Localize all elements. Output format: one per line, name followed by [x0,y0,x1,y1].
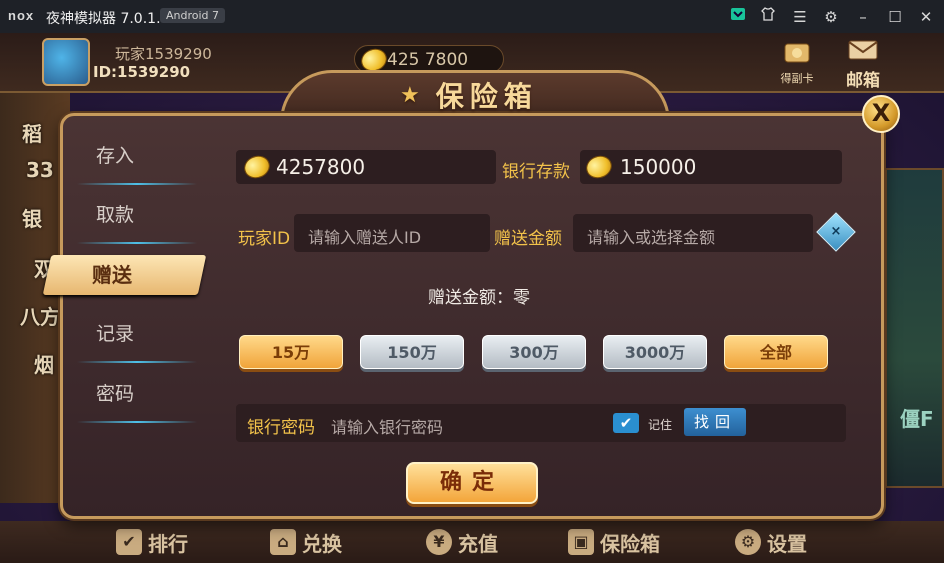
menu-item-records[interactable]: 记录 [65,309,197,363]
gift-amount-placeholder: 请输入或选择金额 [587,228,716,247]
check-icon: ✔ [116,529,142,555]
card-button[interactable]: 得副卡 [775,41,819,87]
bank-balance-value: 150000 [620,155,697,179]
star-icon: ★ [400,82,426,108]
avatar[interactable] [42,38,90,86]
mail-label: 邮箱 [846,71,880,91]
background-left-text: 稻 [22,122,42,146]
bottom-nav-ranking[interactable]: ✔ 排行 [116,527,188,557]
menu-item-password[interactable]: 密码 [65,369,197,423]
remember-label: 记住 [648,418,673,432]
player-name: 玩家1539290 [115,45,212,63]
bottom-nav-recharge[interactable]: ¥ 充值 [426,527,498,557]
emulator-titlebar: nox 夜神模拟器 7.0.1.0 Android 7 ☰ ⚙ – ☐ ✕ [0,0,944,33]
coin-balance-value: 4257800 [276,155,366,179]
maximize-icon[interactable]: ☐ [884,6,906,28]
dialog-title: ★ 保险箱 [400,77,538,113]
coin-balance-field: 4257800 [236,150,496,184]
bank-balance-field: 150000 [580,150,842,184]
menu-divider [77,242,197,244]
bottom-nav-label: 排行 [148,531,188,556]
menu-divider [77,361,197,363]
mail-button[interactable]: 邮箱 [838,39,888,91]
shop-icon: ⌂ [270,529,296,555]
menu-item-label: 记录 [96,323,135,345]
menu-divider [77,421,197,423]
amount-button-150k[interactable]: 15万 [239,335,343,369]
bottom-nav-exchange[interactable]: ⌂ 兑换 [270,527,342,557]
briefcase-icon: ▣ [568,529,594,555]
amount-button-all[interactable]: 全部 [724,335,828,369]
amount-button-1.5m[interactable]: 150万 [360,335,464,369]
top-coin-balance: 425 7800 [354,45,504,75]
bottom-nav-label: 兑换 [302,531,342,556]
menu-divider [77,183,197,185]
menu-item-deposit[interactable]: 存入 [65,131,197,185]
recipient-id-input[interactable]: 请输入赠送人ID [294,214,490,252]
menu-icon[interactable]: ☰ [789,6,811,28]
bottom-nav-label: 设置 [767,531,807,556]
close-icon[interactable]: ✕ [915,6,937,28]
bank-password-input[interactable]: 请输入银行密码 [331,414,443,438]
dialog-title-text: 保险箱 [435,80,538,113]
card-label: 得副卡 [780,72,814,85]
menu-item-withdraw[interactable]: 取款 [65,190,197,244]
safe-side-menu: 存入 取款 赠送 记录 密码 [42,131,207,471]
gift-summary-label: 赠送金额： [428,288,513,308]
player-id: ID:1539290 [93,63,191,81]
amount-button-30m[interactable]: 3000万 [603,335,707,369]
remember-checkbox[interactable]: ✔ [613,413,639,433]
bottom-nav-label: 保险箱 [600,531,660,556]
coin-icon [583,152,615,182]
menu-item-label: 存入 [96,145,135,167]
nox-logo: nox [8,8,35,23]
minimize-icon[interactable]: – [852,6,874,28]
android-version-badge: Android 7 [160,8,226,23]
app-title: 夜神模拟器 7.0.1.0 [46,11,170,27]
recover-password-button[interactable]: 找回 [684,408,746,436]
menu-item-label: 取款 [96,204,135,226]
player-id-label: 玩家ID [238,229,291,249]
background-left-text: 33 [26,158,54,182]
background-right-panel [885,168,944,488]
mail-icon [848,40,878,60]
bank-password-label: 银行密码 [247,418,315,438]
store-icon[interactable] [727,6,749,28]
gear-icon: ⚙ [735,529,761,555]
bottom-nav-settings[interactable]: ⚙ 设置 [735,527,807,557]
coin-icon [241,152,273,182]
background-left-text: 银 [22,207,42,231]
game-viewport: 稻 33 银 双 八方 烟 僵F 玩家1539290 ID:1539290 42… [0,33,944,563]
gift-amount-label: 赠送金额 [494,229,562,249]
gift-summary: 赠送金额：零 [428,283,530,308]
menu-item-gift[interactable]: 赠送 [42,255,207,295]
confirm-button[interactable]: 确定 [406,462,538,504]
background-left-text: 八方 [20,305,60,329]
gear-icon[interactable]: ⚙ [820,6,842,28]
card-icon [784,43,810,63]
bank-password-row: 银行密码 请输入银行密码 ✔ 记住 找回 [236,404,846,442]
menu-item-label: 密码 [96,383,135,405]
bottom-nav-label: 充值 [458,531,498,556]
menu-item-label: 赠送 [92,263,132,287]
bank-balance-label: 银行存款 [502,162,570,182]
bottom-nav-safe[interactable]: ▣ 保险箱 [568,527,660,557]
background-left-text: 烟 [34,353,54,377]
dialog-close-button[interactable]: X [862,95,900,133]
top-coin-amount: 425 7800 [387,50,469,70]
gift-summary-value: 零 [513,288,530,308]
shirt-icon[interactable] [757,6,779,28]
gift-amount-input[interactable]: 请输入或选择金额 [573,214,813,252]
yen-icon: ¥ [426,529,452,555]
recipient-id-placeholder: 请输入赠送人ID [308,228,422,247]
background-right-text: 僵F [900,407,934,431]
amount-button-3m[interactable]: 300万 [482,335,586,369]
